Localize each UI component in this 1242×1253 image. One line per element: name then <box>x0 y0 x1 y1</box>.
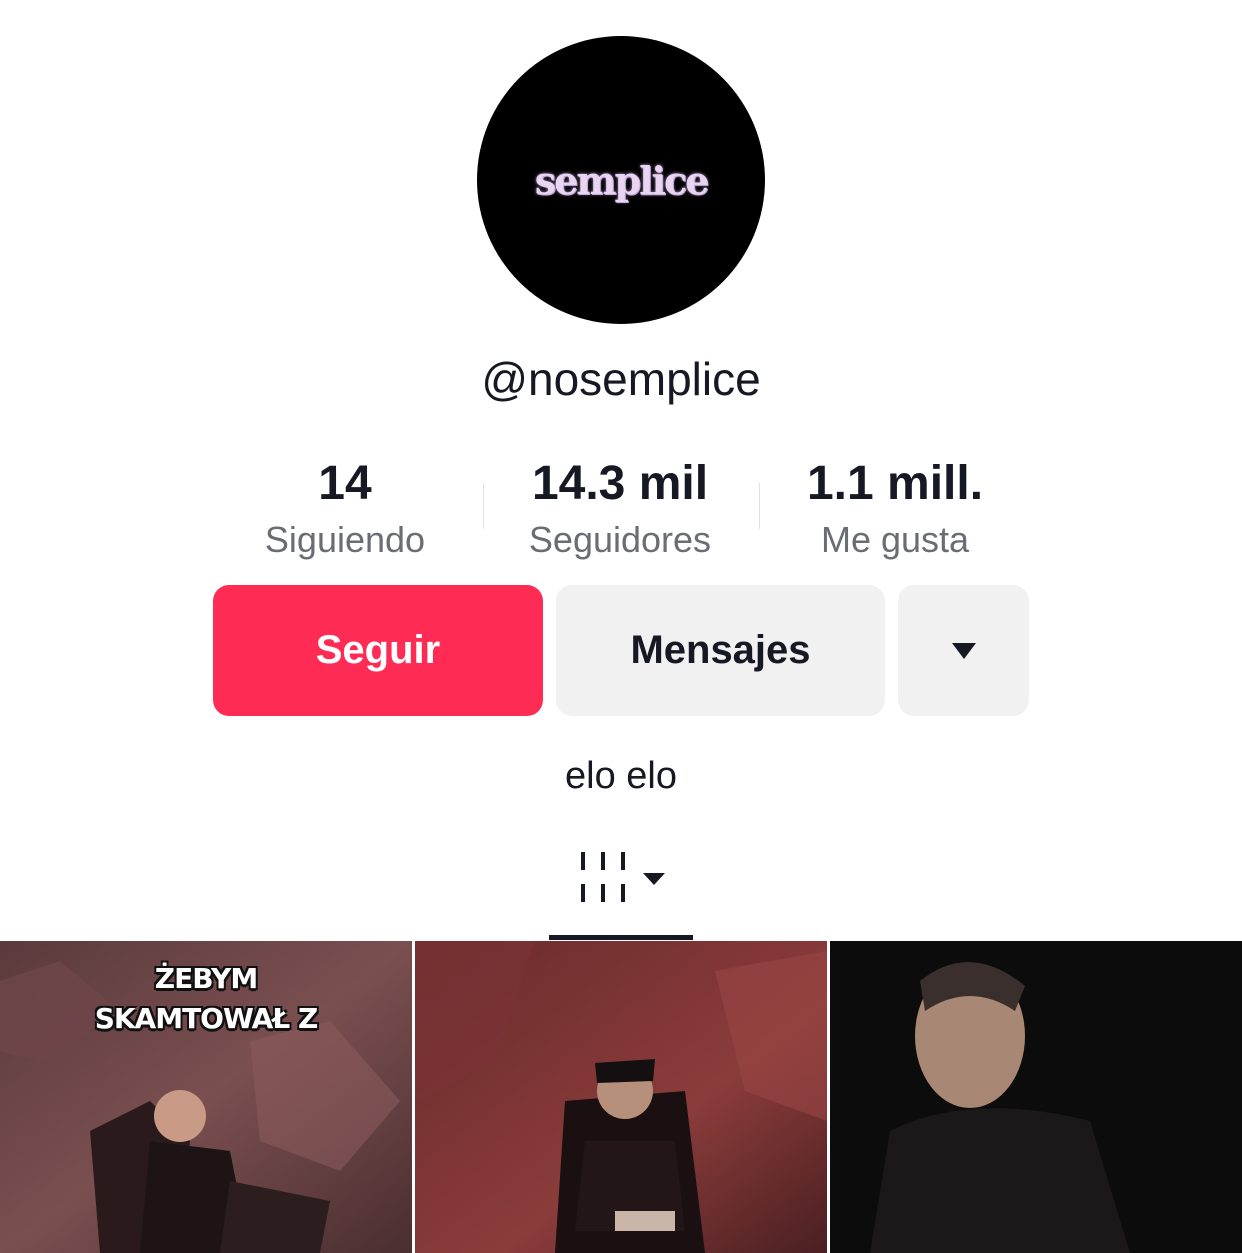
avatar[interactable]: semplice <box>477 36 765 324</box>
stat-likes[interactable]: 1.1 mill. Me gusta <box>780 455 1010 567</box>
video-grid: ŻEBYM SKAMTOWAŁ Z <box>0 941 1242 1253</box>
stat-following-count: 14 <box>318 457 372 510</box>
stat-followers-count: 14.3 mil <box>531 457 709 510</box>
video-thumbnail[interactable] <box>830 941 1242 1253</box>
message-button[interactable]: Mensajes <box>556 585 885 716</box>
caret-down-icon <box>643 873 665 885</box>
profile-stats: 14 Siguiendo 14.3 mil Seguidores 1.1 mil… <box>0 455 1242 565</box>
stat-likes-count: 1.1 mill. <box>806 457 984 510</box>
tab-videos[interactable] <box>549 840 693 940</box>
video-caption: ŻEBYM SKAMTOWAŁ Z <box>94 962 319 1035</box>
stat-followers[interactable]: 14.3 mil Seguidores <box>500 455 740 567</box>
stat-divider <box>483 483 484 529</box>
username-handle: @nosemplice <box>481 353 761 405</box>
caret-down-icon <box>951 642 976 659</box>
stat-following[interactable]: 14 Siguiendo <box>235 455 455 567</box>
stat-divider <box>759 483 760 529</box>
video-grid-icon <box>581 852 665 902</box>
more-options-button[interactable] <box>898 585 1029 716</box>
stat-followers-label: Seguidores <box>528 519 712 560</box>
video-thumbnail-image <box>830 941 1242 1253</box>
stat-following-label: Siguiendo <box>264 519 426 560</box>
avatar-logo-text: semplice <box>534 157 710 203</box>
profile-bio: elo elo <box>565 755 677 797</box>
stat-likes-label: Me gusta <box>820 519 970 560</box>
follow-button[interactable]: Seguir <box>213 585 543 716</box>
video-thumbnail-image <box>415 941 827 1253</box>
active-tab-indicator <box>549 935 693 940</box>
video-thumbnail[interactable] <box>415 941 827 1253</box>
video-thumbnail[interactable]: ŻEBYM SKAMTOWAŁ Z <box>0 941 412 1253</box>
